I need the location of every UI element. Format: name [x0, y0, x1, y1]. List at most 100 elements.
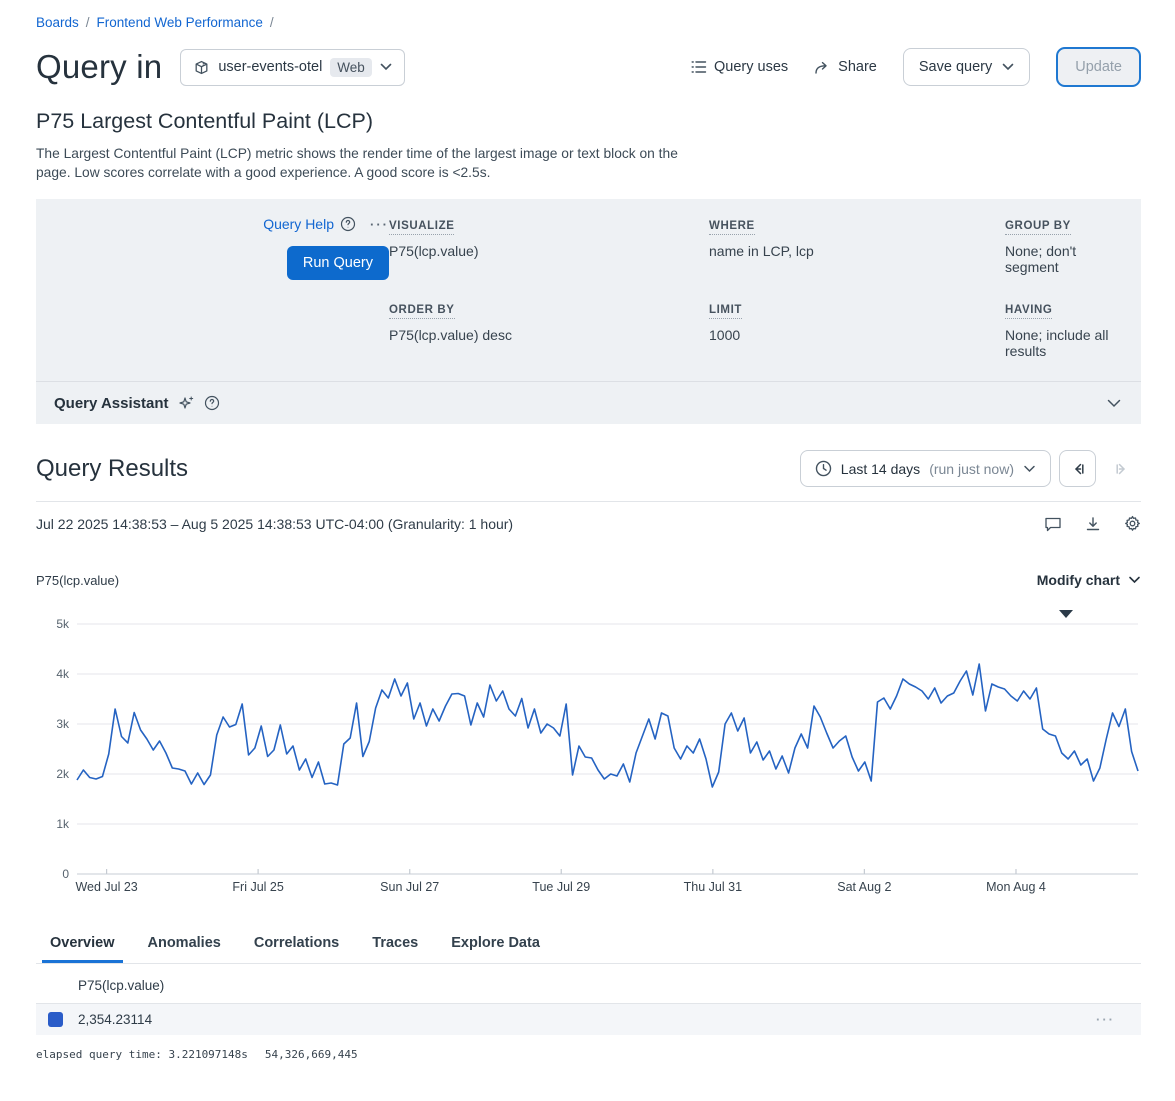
update-button[interactable]: Update: [1056, 47, 1141, 87]
elapsed-time: elapsed query time: 3.221097148s: [36, 1048, 248, 1061]
clause-label: HAVING: [1005, 304, 1052, 319]
table-row[interactable]: 2,354.23114 ···: [36, 1004, 1141, 1035]
y-axis-tick-label: 5k: [56, 617, 69, 631]
tab-explore-data[interactable]: Explore Data: [443, 927, 548, 963]
save-query-button[interactable]: Save query: [903, 48, 1030, 86]
save-query-label: Save query: [919, 59, 992, 75]
clause-label: ORDER BY: [389, 304, 455, 319]
share-label: Share: [838, 59, 877, 75]
clause-label: GROUP BY: [1005, 220, 1071, 235]
tab-traces[interactable]: Traces: [364, 927, 426, 963]
breadcrumb-link-board-name[interactable]: Frontend Web Performance: [97, 15, 263, 30]
time-range-selector[interactable]: Last 14 days (run just now): [800, 450, 1051, 487]
download-icon: [1085, 516, 1101, 532]
chevron-down-icon: [1023, 465, 1036, 473]
arrow-back-icon: [1069, 461, 1086, 477]
query-assistant-label: Query Assistant: [54, 395, 169, 412]
clause-value[interactable]: None; include all results: [1005, 327, 1123, 359]
x-axis-tick-label: Sat Aug 2: [837, 880, 891, 894]
breadcrumb-separator: /: [86, 15, 90, 30]
clause-value[interactable]: 1000: [709, 327, 1005, 343]
tab-overview[interactable]: Overview: [42, 927, 123, 963]
history-back-button[interactable]: [1059, 450, 1096, 487]
modify-chart-button[interactable]: Modify chart: [1037, 572, 1141, 588]
chart-settings-button[interactable]: [1124, 515, 1141, 532]
arrow-forward-icon: [1114, 461, 1131, 477]
x-axis-tick-label: Fri Jul 25: [232, 880, 283, 894]
result-value: 2,354.23114: [78, 1012, 152, 1027]
query-uses-label: Query uses: [714, 59, 788, 75]
breadcrumb-separator: /: [270, 15, 274, 30]
chart-series-label: P75(lcp.value): [36, 573, 119, 588]
run-query-button[interactable]: Run Query: [287, 246, 389, 280]
breadcrumb: Boards / Frontend Web Performance /: [36, 0, 1141, 30]
chevron-down-icon[interactable]: [1107, 399, 1121, 408]
result-column-header: P75(lcp.value): [36, 964, 1141, 1003]
chart-plot[interactable]: [77, 624, 1138, 874]
dataset-cube-icon: [193, 59, 210, 76]
chart-y-axis: 5k4k3k2k1k0: [36, 624, 69, 874]
query-results-heading: Query Results: [36, 455, 188, 483]
chevron-down-icon: [1128, 576, 1141, 584]
dataset-env-badge: Web: [330, 58, 372, 77]
time-range-label: Last 14 days: [841, 461, 920, 477]
chevron-down-icon: [380, 63, 392, 71]
dataset-name: user-events-otel: [218, 59, 322, 75]
clause-value[interactable]: P75(lcp.value) desc: [389, 327, 709, 343]
total-rows: 54,326,669,445: [265, 1048, 358, 1061]
tab-anomalies[interactable]: Anomalies: [140, 927, 229, 963]
y-axis-tick-label: 2k: [56, 767, 69, 781]
x-axis-tick-label: Mon Aug 4: [986, 880, 1046, 894]
clause-label: VISUALIZE: [389, 220, 454, 235]
clause-where[interactable]: WHERE name in LCP, lcp: [709, 216, 1005, 275]
results-tabs: Overview Anomalies Correlations Traces E…: [36, 927, 1141, 963]
query-name-heading: P75 Largest Contentful Paint (LCP): [36, 109, 1141, 134]
query-assistant-bar[interactable]: Query Assistant: [36, 381, 1141, 424]
y-axis-tick-label: 3k: [56, 717, 69, 731]
clause-value[interactable]: P75(lcp.value): [389, 243, 709, 259]
clause-group-by[interactable]: GROUP BY None; don't segment: [1005, 216, 1123, 275]
page-title: Query in: [36, 48, 162, 86]
query-stats: elapsed query time: 3.221097148s 54,326,6…: [36, 1048, 1141, 1061]
clause-order-by[interactable]: ORDER BY P75(lcp.value) desc: [389, 300, 709, 359]
gear-icon: [1124, 515, 1141, 532]
clause-label: LIMIT: [709, 304, 742, 319]
comments-button[interactable]: [1044, 516, 1062, 532]
dataset-selector[interactable]: user-events-otel Web: [180, 49, 404, 86]
comment-icon: [1044, 516, 1062, 532]
query-builder-panel: VISUALIZE P75(lcp.value) WHERE name in L…: [36, 199, 1141, 424]
panel-overflow-menu[interactable]: ···: [370, 217, 389, 232]
clause-label: WHERE: [709, 220, 755, 235]
share-button[interactable]: Share: [814, 59, 877, 75]
help-circle-icon[interactable]: [204, 395, 220, 411]
modify-chart-label: Modify chart: [1037, 572, 1120, 588]
y-axis-tick-label: 0: [62, 867, 69, 881]
x-axis-tick-label: Thu Jul 31: [684, 880, 742, 894]
chart-x-axis: Wed Jul 23Fri Jul 25Sun Jul 27Tue Jul 29…: [77, 880, 1138, 898]
history-forward-button[interactable]: [1104, 450, 1141, 487]
page-header: Query in user-events-otel Web Query uses: [36, 47, 1141, 87]
help-circle-icon: [340, 216, 356, 232]
chart-marker[interactable]: [1059, 610, 1073, 618]
query-uses-button[interactable]: Query uses: [691, 59, 788, 75]
y-axis-tick-label: 1k: [56, 817, 69, 831]
x-axis-tick-label: Wed Jul 23: [75, 880, 137, 894]
clause-having[interactable]: HAVING None; include all results: [1005, 300, 1123, 359]
tab-correlations[interactable]: Correlations: [246, 927, 347, 963]
divider: [36, 501, 1141, 502]
query-description: The Largest Contentful Paint (LCP) metri…: [36, 145, 698, 182]
x-axis-tick-label: Sun Jul 27: [380, 880, 439, 894]
time-range-sublabel: (run just now): [929, 461, 1014, 477]
sparkle-icon: [178, 395, 195, 412]
clause-value[interactable]: None; don't segment: [1005, 243, 1123, 275]
lcp-line-chart[interactable]: 5k 4k 3k 2k 1k 0 Wed Jul 23 Fri Jul 25 Sun Jul …: [36, 596, 1141, 891]
query-help-link[interactable]: Query Help: [263, 216, 356, 232]
row-overflow-menu[interactable]: ···: [1096, 1012, 1115, 1027]
download-button[interactable]: [1085, 516, 1101, 532]
y-axis-tick-label: 4k: [56, 667, 69, 681]
clause-visualize[interactable]: VISUALIZE P75(lcp.value): [389, 216, 709, 275]
breadcrumb-link-boards[interactable]: Boards: [36, 15, 79, 30]
clause-limit[interactable]: LIMIT 1000: [709, 300, 1005, 359]
time-range-summary: Jul 22 2025 14:38:53 – Aug 5 2025 14:38:…: [36, 516, 513, 532]
clause-value[interactable]: name in LCP, lcp: [709, 243, 1005, 259]
